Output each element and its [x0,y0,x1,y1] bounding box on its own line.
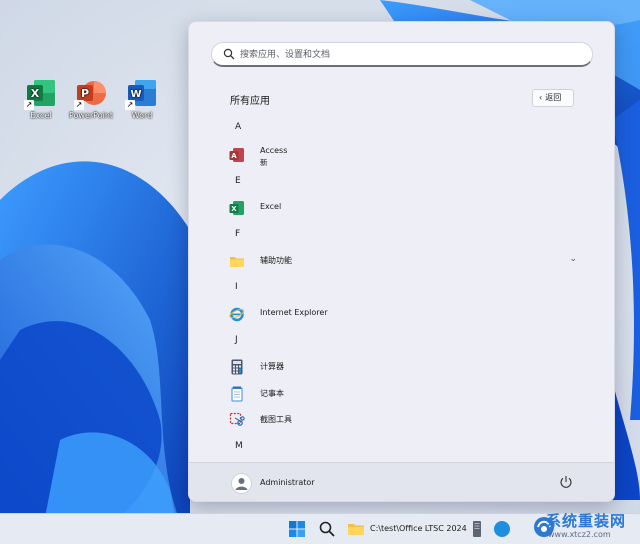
all-apps-title: 所有应用 [230,96,270,107]
desktop-icon-label: Excel [30,111,52,120]
group-letter-f[interactable]: F [235,229,240,239]
notepad-icon [231,386,243,402]
app-name: 截图工具 [260,415,292,424]
desktop-icon-label: PowerPoint [68,111,114,120]
browser-icon[interactable] [493,520,511,538]
svg-text:X: X [31,87,40,100]
svg-text:X: X [231,205,237,213]
group-letter-m[interactable]: M [235,441,243,451]
user-icon [235,478,248,490]
powerpoint-icon: P ↗ [74,78,106,110]
app-name: 记事本 [260,389,284,398]
excel-icon: X [229,201,244,215]
search-input[interactable]: 搜索应用、设置和文档 [211,42,593,67]
word-icon: W ↗ [125,78,157,110]
back-button[interactable]: ‹ 返回 [532,89,574,107]
svg-text:P: P [81,87,89,100]
app-item-notepad[interactable]: 记事本 [227,383,577,405]
app-name: Excel [260,202,282,211]
back-button-label: 返回 [545,93,562,102]
search-placeholder: 搜索应用、设置和文档 [240,50,331,60]
group-letter-i[interactable]: I [235,282,238,292]
app-item-internet-explorer[interactable]: Internet Explorer [227,303,577,325]
server-app-icon[interactable] [468,520,486,538]
user-name[interactable]: Administrator [260,478,315,487]
start-menu: 搜索应用、设置和文档 所有应用 ‹ 返回 A A Access 新 E X Exc… [188,21,615,502]
app-name: Internet Explorer [260,308,328,317]
windows-start-icon[interactable] [288,520,306,538]
group-letter-a[interactable]: A [235,122,241,132]
start-menu-footer: Administrator [189,462,614,501]
new-badge: 新 [260,158,268,167]
shortcut-arrow-icon: ↗ [74,100,84,110]
search-icon [223,48,235,60]
folder-icon [230,257,244,267]
app-item-calculator[interactable]: 计算器 [227,356,577,378]
svg-text:A: A [231,152,237,160]
chevron-down-icon[interactable]: ⌄ [569,254,577,264]
chevron-left-icon: ‹ [539,93,543,102]
calculator-icon [231,359,243,375]
ie-icon [229,307,245,322]
app-name: Access [260,146,288,155]
desktop-icon-label: Word [131,111,153,120]
file-explorer-icon[interactable] [347,520,365,538]
app-name: 辅助功能 [260,256,292,265]
watermark-title: 系统重装网 [546,512,627,530]
search-icon[interactable] [318,520,336,538]
power-icon[interactable] [559,475,573,489]
shortcut-arrow-icon: ↗ [24,100,34,110]
app-item-access[interactable]: A Access 新 [227,144,577,167]
app-folder-accessibility[interactable]: 辅助功能 ⌄ [227,250,577,272]
avatar[interactable] [231,473,252,494]
explorer-window-title[interactable]: C:\test\Office LTSC 2024 [370,524,467,533]
desktop-icon-word[interactable]: W ↗ Word [112,78,172,120]
snipping-tool-icon [229,412,245,426]
group-letter-e[interactable]: E [235,176,241,186]
shortcut-arrow-icon: ↗ [125,100,135,110]
watermark-url: www.xtcz2.com [548,530,611,539]
access-icon: A [229,148,244,162]
group-letter-j[interactable]: J [235,335,238,345]
excel-icon: X ↗ [24,78,56,110]
app-item-snipping-tool[interactable]: 截图工具 [227,409,577,431]
svg-text:W: W [130,89,141,100]
app-item-excel[interactable]: X Excel [227,197,577,219]
app-name: 计算器 [260,362,284,371]
